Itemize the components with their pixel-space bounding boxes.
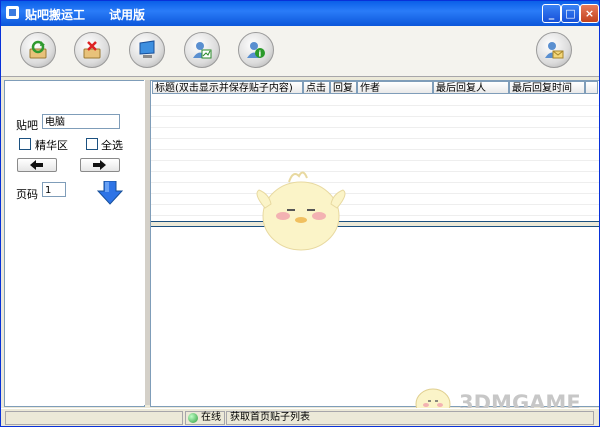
table-row <box>151 172 599 183</box>
mascot-image <box>256 171 346 251</box>
user-chart-icon <box>193 42 212 59</box>
window-title: 贴吧搬运工 试用版 <box>25 8 146 22</box>
grid-header: 标题(双击显示并保存贴子内容) 点击 回复 作者 最后回复人 最后回复时间 <box>151 81 599 95</box>
delete-button[interactable] <box>74 32 110 68</box>
user-info-icon: i <box>247 42 265 59</box>
table-row <box>151 194 599 205</box>
featured-label: 精华区 <box>35 139 68 152</box>
delete-icon <box>83 41 101 59</box>
col-last-replier[interactable]: 最后回复人 <box>433 81 509 94</box>
col-clicks[interactable]: 点击 <box>303 81 330 94</box>
status-message: 获取首页贴子列表 <box>226 411 594 425</box>
table-row <box>151 95 599 106</box>
left-panel: 贴吧 电脑 精华区 全选 页码 1 <box>4 80 145 407</box>
online-status-icon <box>188 413 198 423</box>
user-mail-icon <box>545 42 564 59</box>
col-filler <box>585 81 598 94</box>
refresh-button[interactable] <box>20 32 56 68</box>
close-button[interactable]: × <box>580 4 599 23</box>
table-row <box>151 183 599 194</box>
svg-text:i: i <box>259 50 262 59</box>
featured-checkbox[interactable] <box>19 138 31 150</box>
download-arrow-button[interactable] <box>97 181 123 205</box>
status-online: 在线 <box>185 411 225 425</box>
col-replies[interactable]: 回复 <box>330 81 357 94</box>
post-list-grid[interactable]: 标题(双击显示并保存贴子内容) 点击 回复 作者 最后回复人 最后回复时间 <box>151 81 599 221</box>
table-row <box>151 205 599 216</box>
user-info-button[interactable]: i <box>238 32 274 68</box>
status-bar: 在线 获取首页贴子列表 <box>1 408 599 426</box>
refresh-icon <box>29 40 47 59</box>
table-row <box>151 106 599 117</box>
toolbar: i <box>1 26 599 77</box>
user-mail-button[interactable] <box>536 32 572 68</box>
minimize-button[interactable]: _ <box>542 4 561 23</box>
title-bar[interactable]: 贴吧搬运工 试用版 _ □ × <box>1 1 599 26</box>
status-panel-left <box>5 411 183 425</box>
table-row <box>151 117 599 128</box>
arrow-left-icon <box>30 160 43 170</box>
right-panel: 标题(双击显示并保存贴子内容) 点击 回复 作者 最后回复人 最后回复时间 <box>150 80 599 407</box>
bar-label: 贴吧 <box>16 119 38 132</box>
arrow-right-icon <box>93 160 106 170</box>
monitor-button[interactable] <box>129 32 165 68</box>
bar-name-input[interactable]: 电脑 <box>42 114 120 129</box>
select-all-label: 全选 <box>101 139 123 152</box>
prev-page-button[interactable] <box>17 158 57 172</box>
table-row <box>151 128 599 139</box>
app-window: 贴吧搬运工 试用版 _ □ × i 贴吧 电脑 精华区 全选 页码 1 标题(双… <box>0 0 600 427</box>
page-label: 页码 <box>16 188 38 201</box>
next-page-button[interactable] <box>80 158 120 172</box>
select-all-checkbox[interactable] <box>86 138 98 150</box>
col-last-reply-time[interactable]: 最后回复时间 <box>509 81 585 94</box>
table-row <box>151 161 599 172</box>
table-row <box>151 150 599 161</box>
online-label: 在线 <box>201 412 221 423</box>
table-row <box>151 139 599 150</box>
user-chart-button[interactable] <box>184 32 220 68</box>
col-title[interactable]: 标题(双击显示并保存贴子内容) <box>152 81 303 94</box>
monitor-icon <box>139 40 155 58</box>
col-author[interactable]: 作者 <box>357 81 433 94</box>
page-number-input[interactable]: 1 <box>42 182 66 197</box>
app-icon <box>6 6 19 19</box>
maximize-button[interactable]: □ <box>561 4 580 23</box>
